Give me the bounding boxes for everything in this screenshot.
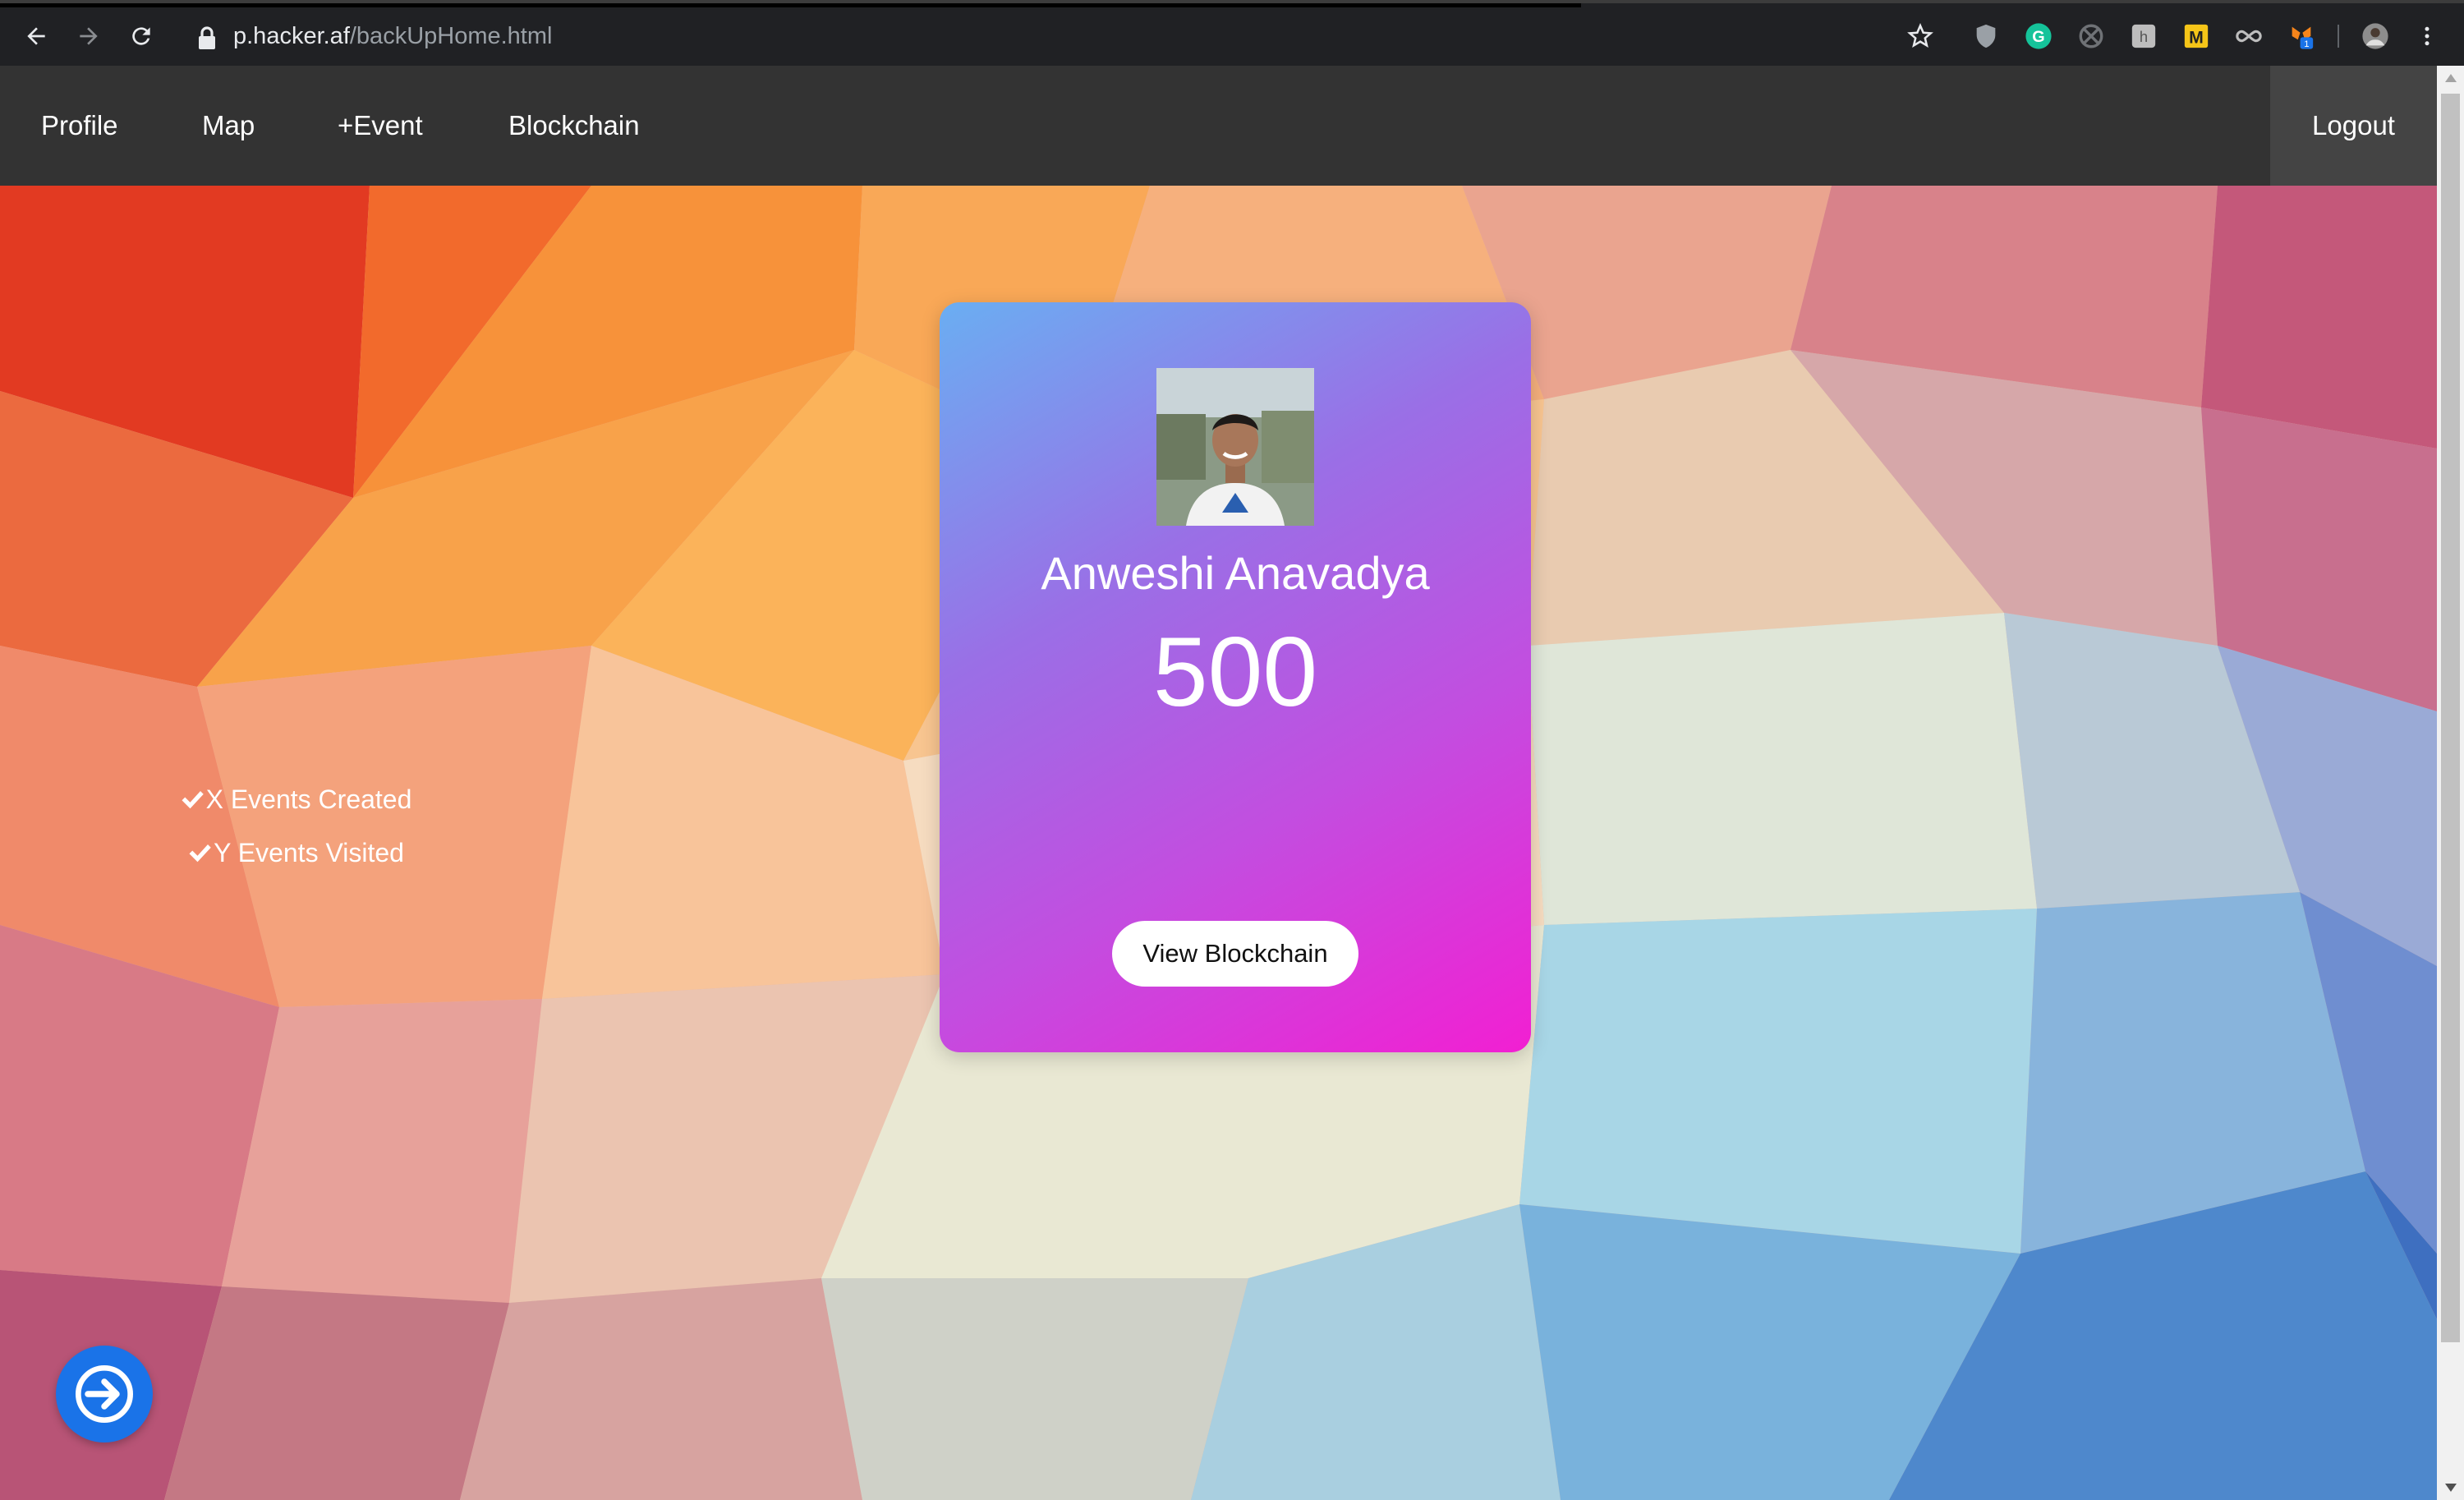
site-navbar: Profile Map +Event Blockchain Logout xyxy=(0,66,2437,186)
extension-puzzle[interactable]: h xyxy=(2129,21,2158,51)
browser-menu-button[interactable] xyxy=(2415,21,2439,51)
view-blockchain-button[interactable]: View Blockchain xyxy=(1112,921,1358,987)
check-icon xyxy=(189,844,211,863)
url-path: /backUpHome.html xyxy=(349,23,553,49)
arrow-in-circle-icon xyxy=(76,1365,133,1423)
nav-link-add-event[interactable]: +Event xyxy=(338,66,423,186)
star-icon xyxy=(1907,23,1933,48)
address-bar[interactable]: p.hacker.af/backUpHome.html xyxy=(233,21,552,51)
bookmark-star-button[interactable] xyxy=(1905,21,1935,51)
profile-avatar-button[interactable] xyxy=(2361,21,2390,51)
toolbar-divider xyxy=(2338,25,2339,48)
events-created-label: X Events Created xyxy=(205,785,412,814)
profile-card: Anweshi Anavadya 500 View Blockchain xyxy=(940,302,1531,1052)
puzzle-extension-icon: h xyxy=(2131,24,2156,48)
extension-infinity[interactable] xyxy=(2234,21,2264,51)
points-value: 500 xyxy=(1152,617,1318,727)
extension-grammarly[interactable]: G xyxy=(2024,21,2053,51)
kebab-menu-icon xyxy=(2425,26,2430,46)
arrow-right-icon xyxy=(80,27,98,45)
reload-button[interactable] xyxy=(125,20,158,53)
extension-blocker[interactable] xyxy=(2076,21,2106,51)
caret-up-icon xyxy=(2444,74,2457,82)
logout-button[interactable]: Logout xyxy=(2270,66,2437,186)
url-host: p.hacker.af xyxy=(233,23,350,49)
user-avatar-icon xyxy=(2362,23,2388,49)
shield-icon xyxy=(1976,24,1996,48)
browser-toolbar: p.hacker.af/backUpHome.html G h M 1 xyxy=(0,0,2464,66)
reload-icon xyxy=(132,27,150,45)
nav-link-profile[interactable]: Profile xyxy=(41,66,118,186)
extension-m[interactable]: M xyxy=(2181,21,2211,51)
user-name: Anweshi Anavadya xyxy=(1041,547,1430,599)
forward-button[interactable] xyxy=(72,20,105,53)
page-scrollbar[interactable] xyxy=(2437,66,2464,1500)
m-extension-icon: M xyxy=(2184,24,2209,48)
scroll-up-arrow[interactable] xyxy=(2437,66,2464,90)
profile-photo xyxy=(1156,368,1314,526)
nav-link-map[interactable]: Map xyxy=(202,66,255,186)
floating-login-button[interactable] xyxy=(56,1346,153,1442)
arrow-left-icon xyxy=(27,27,45,45)
infinity-icon xyxy=(2236,30,2262,43)
crossed-circle-icon xyxy=(2079,24,2103,48)
scroll-down-arrow[interactable] xyxy=(2437,1475,2464,1500)
page-load-indicator xyxy=(0,3,1581,7)
extension-shield[interactable] xyxy=(1971,21,2001,51)
metamask-icon: 1 xyxy=(2292,26,2314,49)
events-visited-stat: Y Events Visited xyxy=(0,835,591,871)
grammarly-icon: G xyxy=(2025,23,2052,49)
events-visited-label: Y Events Visited xyxy=(214,838,404,867)
caret-down-icon xyxy=(2444,1484,2457,1492)
nav-link-blockchain[interactable]: Blockchain xyxy=(508,66,640,186)
extension-metamask[interactable]: 1 xyxy=(2287,21,2316,51)
check-icon xyxy=(182,791,204,809)
extension-badge: 1 xyxy=(2304,39,2309,49)
lock-icon xyxy=(199,26,215,49)
back-button[interactable] xyxy=(20,20,53,53)
events-created-stat: X Events Created xyxy=(0,781,591,817)
scrollbar-thumb[interactable] xyxy=(2441,94,2460,1342)
profile-photo-image xyxy=(1156,368,1314,526)
svg-text:G: G xyxy=(2032,28,2044,46)
svg-text:M: M xyxy=(2189,28,2204,48)
svg-text:h: h xyxy=(2140,28,2148,45)
